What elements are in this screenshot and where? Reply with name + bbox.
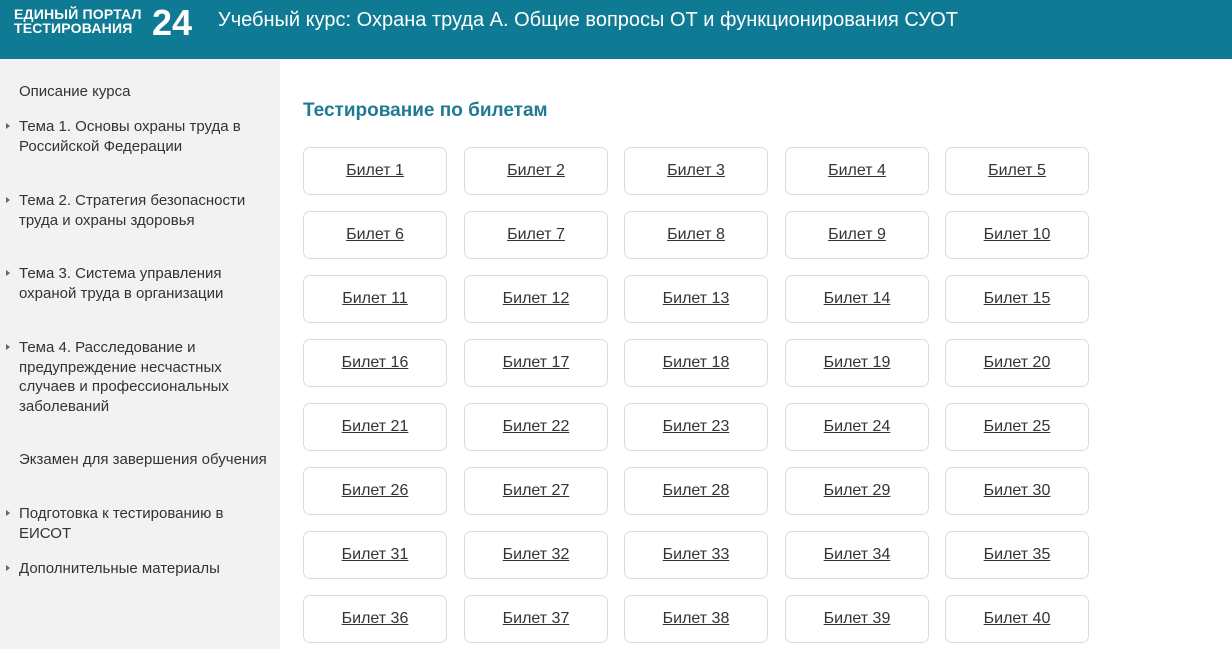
- ticket-button-21[interactable]: Билет 21: [303, 403, 447, 451]
- ticket-button-38[interactable]: Билет 38: [624, 595, 768, 643]
- sidebar-item-topic-1[interactable]: Тема 1. Основы охраны труда в Российской…: [6, 117, 267, 156]
- ticket-button-36[interactable]: Билет 36: [303, 595, 447, 643]
- ticket-button-20[interactable]: Билет 20: [945, 339, 1089, 387]
- ticket-button-3[interactable]: Билет 3: [624, 147, 768, 195]
- ticket-button-17[interactable]: Билет 17: [464, 339, 608, 387]
- ticket-button-12[interactable]: Билет 12: [464, 275, 608, 323]
- sidebar-item-label: Экзамен для завершения обучения: [19, 451, 267, 468]
- ticket-button-37[interactable]: Билет 37: [464, 595, 608, 643]
- ticket-button-18[interactable]: Билет 18: [624, 339, 768, 387]
- ticket-button-26[interactable]: Билет 26: [303, 467, 447, 515]
- logo-line-1: ЕДИНЫЙ ПОРТАЛ: [14, 6, 142, 22]
- expand-arrow-icon: [6, 270, 10, 276]
- sidebar-item-label: Тема 3. Система управления охраной труда…: [19, 265, 224, 302]
- ticket-button-25[interactable]: Билет 25: [945, 403, 1089, 451]
- ticket-button-34[interactable]: Билет 34: [785, 531, 929, 579]
- ticket-button-28[interactable]: Билет 28: [624, 467, 768, 515]
- sidebar-item-label: Тема 1. Основы охраны труда в Российской…: [19, 118, 241, 155]
- expand-arrow-icon: [6, 197, 10, 203]
- ticket-button-15[interactable]: Билет 15: [945, 275, 1089, 323]
- sidebar-item-eisot-prep[interactable]: Подготовка к тестированию в ЕИСОТ: [6, 504, 267, 543]
- logo-line-2: ТЕСТИРОВАНИЯ: [14, 20, 133, 36]
- ticket-button-22[interactable]: Билет 22: [464, 403, 608, 451]
- ticket-button-10[interactable]: Билет 10: [945, 211, 1089, 259]
- sidebar-item-topic-3[interactable]: Тема 3. Система управления охраной труда…: [6, 264, 267, 303]
- page-title: Тестирование по билетам: [303, 100, 548, 121]
- ticket-button-40[interactable]: Билет 40: [945, 595, 1089, 643]
- sidebar-item-label: Тема 2. Стратегия безопасности труда и о…: [19, 192, 246, 229]
- logo-text: ЕДИНЫЙ ПОРТАЛ ТЕСТИРОВАНИЯ: [14, 7, 142, 35]
- ticket-button-5[interactable]: Билет 5: [945, 147, 1089, 195]
- ticket-button-33[interactable]: Билет 33: [624, 531, 768, 579]
- ticket-button-24[interactable]: Билет 24: [785, 403, 929, 451]
- top-header: ЕДИНЫЙ ПОРТАЛ ТЕСТИРОВАНИЯ 24 Учебный ку…: [0, 0, 1232, 59]
- ticket-button-14[interactable]: Билет 14: [785, 275, 929, 323]
- course-sidebar: Описание курса Тема 1. Основы охраны тру…: [0, 59, 280, 649]
- expand-arrow-icon: [6, 565, 10, 571]
- sidebar-item-extra-materials[interactable]: Дополнительные материалы: [6, 559, 267, 579]
- ticket-button-35[interactable]: Билет 35: [945, 531, 1089, 579]
- ticket-button-23[interactable]: Билет 23: [624, 403, 768, 451]
- ticket-button-8[interactable]: Билет 8: [624, 211, 768, 259]
- expand-arrow-icon: [6, 344, 10, 350]
- sidebar-item-label: Описание курса: [19, 83, 131, 100]
- ticket-button-29[interactable]: Билет 29: [785, 467, 929, 515]
- ticket-button-13[interactable]: Билет 13: [624, 275, 768, 323]
- ticket-button-11[interactable]: Билет 11: [303, 275, 447, 323]
- ticket-button-6[interactable]: Билет 6: [303, 211, 447, 259]
- ticket-button-1[interactable]: Билет 1: [303, 147, 447, 195]
- ticket-button-19[interactable]: Билет 19: [785, 339, 929, 387]
- sidebar-item-label: Тема 4. Расследование и предупреждение н…: [19, 339, 229, 415]
- ticket-button-32[interactable]: Билет 32: [464, 531, 608, 579]
- ticket-button-31[interactable]: Билет 31: [303, 531, 447, 579]
- ticket-button-7[interactable]: Билет 7: [464, 211, 608, 259]
- ticket-button-39[interactable]: Билет 39: [785, 595, 929, 643]
- ticket-button-30[interactable]: Билет 30: [945, 467, 1089, 515]
- ticket-button-27[interactable]: Билет 27: [464, 467, 608, 515]
- ticket-button-2[interactable]: Билет 2: [464, 147, 608, 195]
- sidebar-item-final-exam[interactable]: Экзамен для завершения обучения: [19, 450, 267, 470]
- expand-arrow-icon: [6, 123, 10, 129]
- sidebar-item-label: Подготовка к тестированию в ЕИСОТ: [19, 505, 224, 542]
- expand-arrow-icon: [6, 510, 10, 516]
- ticket-button-4[interactable]: Билет 4: [785, 147, 929, 195]
- ticket-button-16[interactable]: Билет 16: [303, 339, 447, 387]
- sidebar-item-description[interactable]: Описание курса: [19, 82, 267, 102]
- ticket-button-9[interactable]: Билет 9: [785, 211, 929, 259]
- sidebar-item-topic-2[interactable]: Тема 2. Стратегия безопасности труда и о…: [6, 191, 267, 230]
- logo-number: 24: [152, 2, 193, 43]
- sidebar-item-label: Дополнительные материалы: [19, 560, 220, 577]
- sidebar-item-topic-4[interactable]: Тема 4. Расследование и предупреждение н…: [6, 338, 267, 416]
- course-title: Учебный курс: Охрана труда А. Общие вопр…: [218, 9, 958, 31]
- portal-logo[interactable]: ЕДИНЫЙ ПОРТАЛ ТЕСТИРОВАНИЯ 24: [14, 2, 204, 43]
